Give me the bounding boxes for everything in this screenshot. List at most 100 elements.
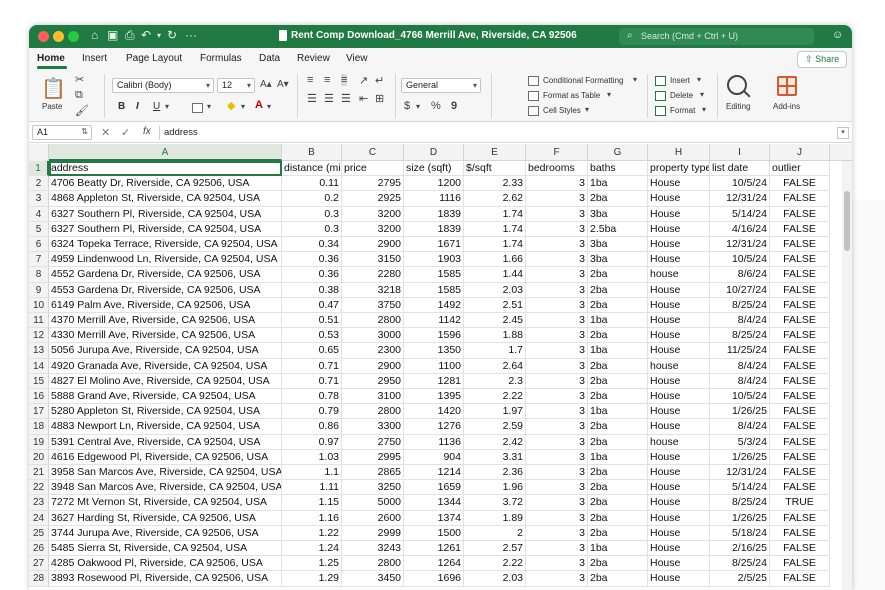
tab-home[interactable]: Home [37, 53, 65, 64]
column-header-d[interactable]: D [404, 144, 464, 161]
row-header[interactable]: 19 [29, 434, 49, 450]
cell-bedrooms[interactable]: 3 [526, 525, 588, 541]
row-header[interactable]: 1 [29, 161, 49, 177]
cell-price-per-sqft[interactable]: 1.74 [464, 206, 526, 222]
cell-list-date[interactable]: 10/5/24 [710, 389, 770, 405]
cell-distance[interactable]: 0.97 [282, 434, 342, 450]
font-color-icon[interactable]: A [255, 99, 263, 111]
cell-list-date[interactable]: 10/5/24 [710, 176, 770, 192]
cell-baths[interactable]: 2ba [588, 556, 648, 572]
cell-address[interactable]: 7272 Mt Vernon St, Riverside, CA 92504, … [49, 495, 282, 511]
cell-list-date[interactable]: 2/5/25 [710, 571, 770, 587]
format-cells-icon[interactable] [655, 106, 666, 116]
chevron-down-icon[interactable]: ▾ [700, 90, 704, 99]
conditional-formatting-icon[interactable] [528, 76, 539, 86]
cell-baths[interactable]: 1ba [588, 449, 648, 465]
cell-distance[interactable]: 0.11 [282, 176, 342, 192]
cell-baths[interactable]: 2ba [588, 495, 648, 511]
row-header[interactable]: 11 [29, 313, 49, 329]
header-cell-baths[interactable]: baths [588, 161, 648, 177]
cell-baths[interactable]: 2ba [588, 419, 648, 435]
chevron-down-icon[interactable]: ▾ [607, 90, 611, 99]
cell-price[interactable]: 2280 [342, 267, 404, 283]
align-center-icon[interactable]: ☰ [324, 92, 334, 105]
cell-price-per-sqft[interactable]: 2.51 [464, 297, 526, 313]
cell-address[interactable]: 4285 Oakwood Pl, Riverside, CA 92506, US… [49, 556, 282, 572]
cell-address[interactable]: 4706 Beatty Dr, Riverside, CA 92506, USA [49, 176, 282, 192]
cell-baths[interactable]: 2.5ba [588, 221, 648, 237]
cell-price-per-sqft[interactable]: 1.96 [464, 480, 526, 496]
row-header[interactable]: 22 [29, 480, 49, 496]
home-icon[interactable]: ⌂ [91, 28, 98, 42]
cell-list-date[interactable]: 10/5/24 [710, 252, 770, 268]
cell-distance[interactable]: 0.65 [282, 343, 342, 359]
cell-list-date[interactable]: 5/14/24 [710, 206, 770, 222]
cell-outlier[interactable]: FALSE [770, 297, 830, 313]
cell-address[interactable]: 4868 Appleton St, Riverside, CA 92504, U… [49, 191, 282, 207]
header-cell-list-date[interactable]: list date [710, 161, 770, 177]
cell-outlier[interactable]: FALSE [770, 282, 830, 298]
cell-address[interactable]: 4552 Gardena Dr, Riverside, CA 92506, US… [49, 267, 282, 283]
select-all-corner[interactable] [29, 144, 49, 161]
cell-list-date[interactable]: 12/31/24 [710, 191, 770, 207]
cell-list-date[interactable]: 8/4/24 [710, 373, 770, 389]
cell-distance[interactable]: 1.11 [282, 480, 342, 496]
cell-price-per-sqft[interactable]: 2.57 [464, 541, 526, 557]
cell-bedrooms[interactable]: 3 [526, 571, 588, 587]
row-header[interactable]: 3 [29, 191, 49, 207]
cell-price[interactable]: 3250 [342, 480, 404, 496]
cell-price[interactable]: 3218 [342, 282, 404, 298]
cell-size[interactable]: 1374 [404, 510, 464, 526]
cell-size[interactable]: 1492 [404, 297, 464, 313]
cell-property-type[interactable]: House [648, 525, 710, 541]
row-header[interactable]: 23 [29, 495, 49, 511]
row-header[interactable]: 18 [29, 419, 49, 435]
tab-page-layout[interactable]: Page Layout [126, 53, 182, 64]
row-header[interactable]: 20 [29, 449, 49, 465]
cell-bedrooms[interactable]: 3 [526, 449, 588, 465]
row-header[interactable]: 16 [29, 389, 49, 405]
fill-color-icon[interactable]: ◆ [227, 99, 235, 112]
cell-price[interactable]: 2865 [342, 465, 404, 481]
cell-outlier[interactable]: FALSE [770, 571, 830, 587]
zoom-window-button[interactable] [68, 31, 79, 42]
cell-address[interactable]: 3948 San Marcos Ave, Riverside, CA 92504… [49, 480, 282, 496]
format-cells-button[interactable]: Format [670, 106, 695, 115]
cell-size[interactable]: 1671 [404, 237, 464, 253]
align-left-icon[interactable]: ☰ [307, 92, 317, 105]
header-cell-size[interactable]: size (sqft) [404, 161, 464, 177]
cell-distance[interactable]: 0.53 [282, 328, 342, 344]
cell-property-type[interactable]: House [648, 541, 710, 557]
cell-property-type[interactable]: House [648, 191, 710, 207]
cell-address[interactable]: 4370 Merrill Ave, Riverside, CA 92506, U… [49, 313, 282, 329]
cell-price-per-sqft[interactable]: 2.03 [464, 282, 526, 298]
row-header[interactable]: 4 [29, 206, 49, 222]
cell-size[interactable]: 1261 [404, 541, 464, 557]
chevron-down-icon[interactable]: ▾ [633, 75, 637, 84]
comma-style-button[interactable]: 9 [451, 100, 457, 112]
cell-distance[interactable]: 0.34 [282, 237, 342, 253]
column-header-f[interactable]: F [526, 144, 588, 161]
cell-property-type[interactable]: House [648, 373, 710, 389]
underline-button[interactable]: U [153, 101, 160, 112]
cell-baths[interactable]: 1ba [588, 313, 648, 329]
cell-bedrooms[interactable]: 3 [526, 358, 588, 374]
chevron-down-icon[interactable]: ▾ [207, 102, 211, 111]
percent-button[interactable]: % [431, 100, 441, 112]
cell-size[interactable]: 1200 [404, 176, 464, 192]
cell-outlier[interactable]: FALSE [770, 221, 830, 237]
cell-baths[interactable]: 2ba [588, 389, 648, 405]
row-header[interactable]: 6 [29, 237, 49, 253]
cell-list-date[interactable]: 10/27/24 [710, 282, 770, 298]
cell-distance[interactable]: 0.79 [282, 404, 342, 420]
cell-distance[interactable]: 0.86 [282, 419, 342, 435]
cell-size[interactable]: 1903 [404, 252, 464, 268]
cell-price[interactable]: 5000 [342, 495, 404, 511]
cell-list-date[interactable]: 8/4/24 [710, 358, 770, 374]
cell-address[interactable]: 6324 Topeka Terrace, Riverside, CA 92504… [49, 237, 282, 253]
delete-cells-icon[interactable] [655, 91, 666, 101]
cell-distance[interactable]: 0.51 [282, 313, 342, 329]
cell-list-date[interactable]: 8/25/24 [710, 297, 770, 313]
cell-property-type[interactable]: House [648, 282, 710, 298]
column-header-h[interactable]: H [648, 144, 710, 161]
